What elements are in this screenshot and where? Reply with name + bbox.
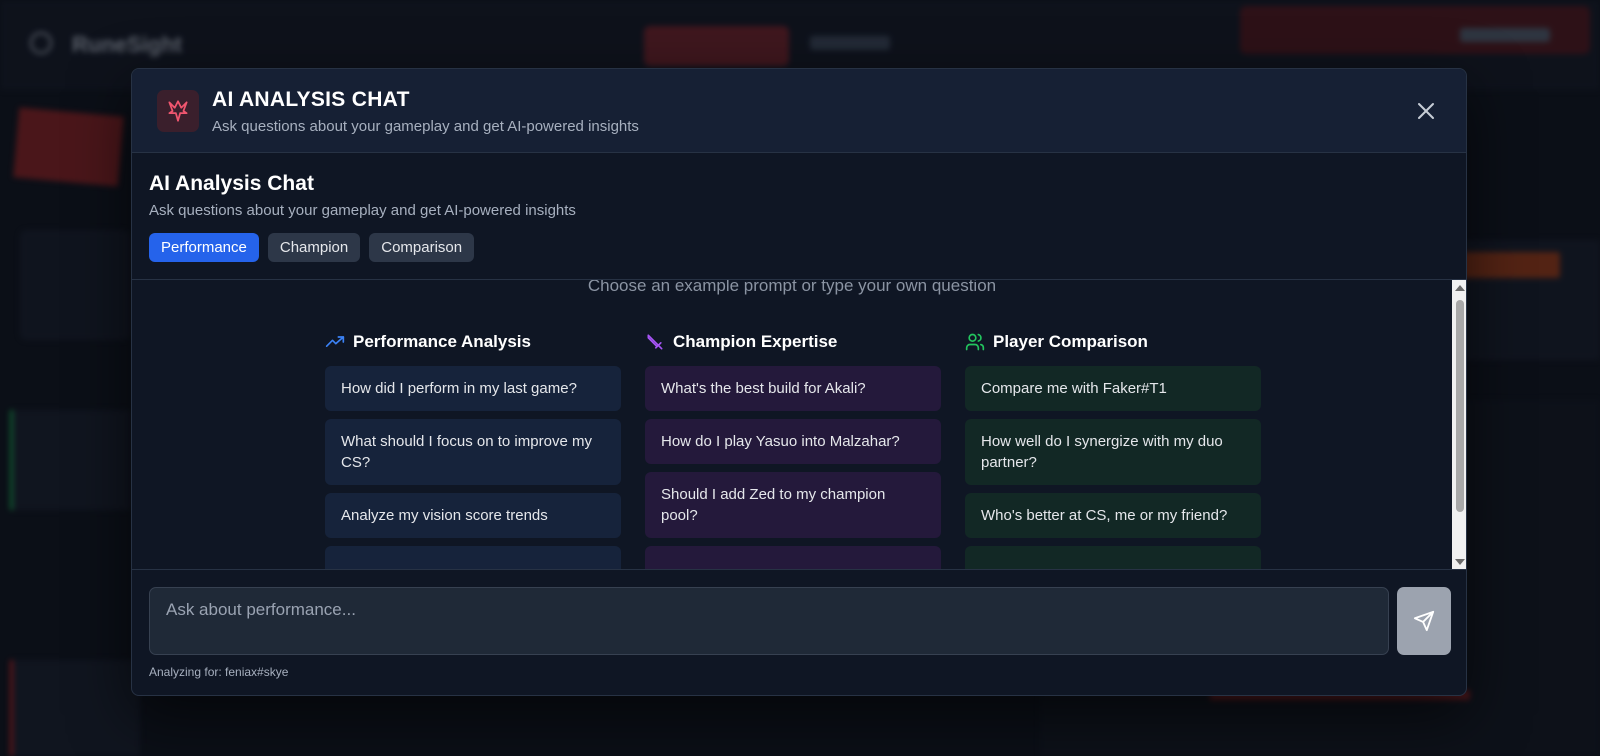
background-match-row bbox=[10, 660, 140, 756]
input-area: Analyzing for: feniax#skye bbox=[132, 569, 1466, 695]
scroll-up-icon[interactable] bbox=[1455, 285, 1465, 291]
prompt-button[interactable] bbox=[325, 546, 621, 569]
background-user bbox=[1460, 28, 1550, 42]
background-brand: RuneSight bbox=[72, 32, 182, 57]
background-panel bbox=[20, 230, 130, 340]
users-icon bbox=[965, 333, 985, 351]
modal-title: AI ANALYSIS CHAT bbox=[212, 88, 410, 111]
trending-up-icon bbox=[325, 336, 345, 347]
app-logo-icon bbox=[157, 90, 199, 132]
background-ai-chat-link bbox=[810, 36, 890, 50]
comparison-column: Player Comparison Compare me with Faker#… bbox=[965, 326, 1261, 569]
analyzing-for-label: Analyzing for: feniax#skye bbox=[149, 665, 289, 679]
column-header: Player Comparison bbox=[965, 326, 1261, 358]
prompt-button[interactable]: How well do I synergize with my duo part… bbox=[965, 419, 1261, 485]
prompt-button[interactable] bbox=[965, 546, 1261, 569]
column-header: Champion Expertise bbox=[645, 326, 941, 358]
prompt-button[interactable]: Should I add Zed to my champion pool? bbox=[645, 472, 941, 538]
prompt-button[interactable]: How do I play Yasuo into Malzahar? bbox=[645, 419, 941, 464]
close-button[interactable] bbox=[1412, 97, 1440, 125]
prompt-hint: Choose an example prompt or type your ow… bbox=[587, 279, 997, 295]
champion-column: Champion Expertise What's the best build… bbox=[645, 326, 941, 569]
tab-performance[interactable]: Performance bbox=[149, 233, 259, 262]
background-card bbox=[13, 107, 124, 187]
prompt-button[interactable]: Compare me with Faker#T1 bbox=[965, 366, 1261, 411]
tab-comparison[interactable]: Comparison bbox=[369, 233, 475, 262]
prompt-button[interactable]: What should I focus on to improve my CS? bbox=[325, 419, 621, 485]
prompts-scroll-area[interactable]: Choose an example prompt or type your ow… bbox=[132, 279, 1466, 569]
close-icon bbox=[1418, 103, 1434, 119]
scroll-down-icon[interactable] bbox=[1455, 559, 1465, 565]
background-dashboard-button bbox=[644, 26, 789, 66]
scrollbar[interactable] bbox=[1452, 280, 1466, 569]
chat-input[interactable] bbox=[149, 587, 1389, 655]
background-stat bbox=[1460, 252, 1560, 278]
column-title: Player Comparison bbox=[993, 332, 1148, 351]
sword-icon bbox=[647, 334, 663, 350]
prompt-button[interactable]: Who's better at CS, me or my friend? bbox=[965, 493, 1261, 538]
tab-champion[interactable]: Champion bbox=[267, 233, 361, 262]
chat-title: AI Analysis Chat bbox=[149, 172, 314, 195]
send-icon bbox=[1413, 610, 1435, 632]
prompt-button[interactable]: Analyze my vision score trends bbox=[325, 493, 621, 538]
ai-chat-modal: AI ANALYSIS CHAT Ask questions about you… bbox=[131, 68, 1467, 696]
prompt-button[interactable] bbox=[645, 546, 941, 569]
column-title: Performance Analysis bbox=[353, 332, 531, 351]
modal-subtitle: Ask questions about your gameplay and ge… bbox=[212, 118, 639, 135]
scroll-thumb[interactable] bbox=[1456, 300, 1464, 512]
chat-subtitle: Ask questions about your gameplay and ge… bbox=[149, 202, 576, 219]
send-button[interactable] bbox=[1397, 587, 1451, 655]
background-logo-icon bbox=[30, 32, 52, 54]
column-header: Performance Analysis bbox=[325, 326, 621, 358]
modal-header: AI ANALYSIS CHAT Ask questions about you… bbox=[132, 69, 1466, 153]
background-match-row bbox=[10, 410, 130, 510]
performance-column: Performance Analysis How did I perform i… bbox=[325, 326, 621, 569]
category-tabs: Performance Champion Comparison bbox=[149, 233, 475, 262]
prompt-button[interactable]: What's the best build for Akali? bbox=[645, 366, 941, 411]
column-title: Champion Expertise bbox=[673, 332, 838, 351]
prompt-button[interactable]: How did I perform in my last game? bbox=[325, 366, 621, 411]
